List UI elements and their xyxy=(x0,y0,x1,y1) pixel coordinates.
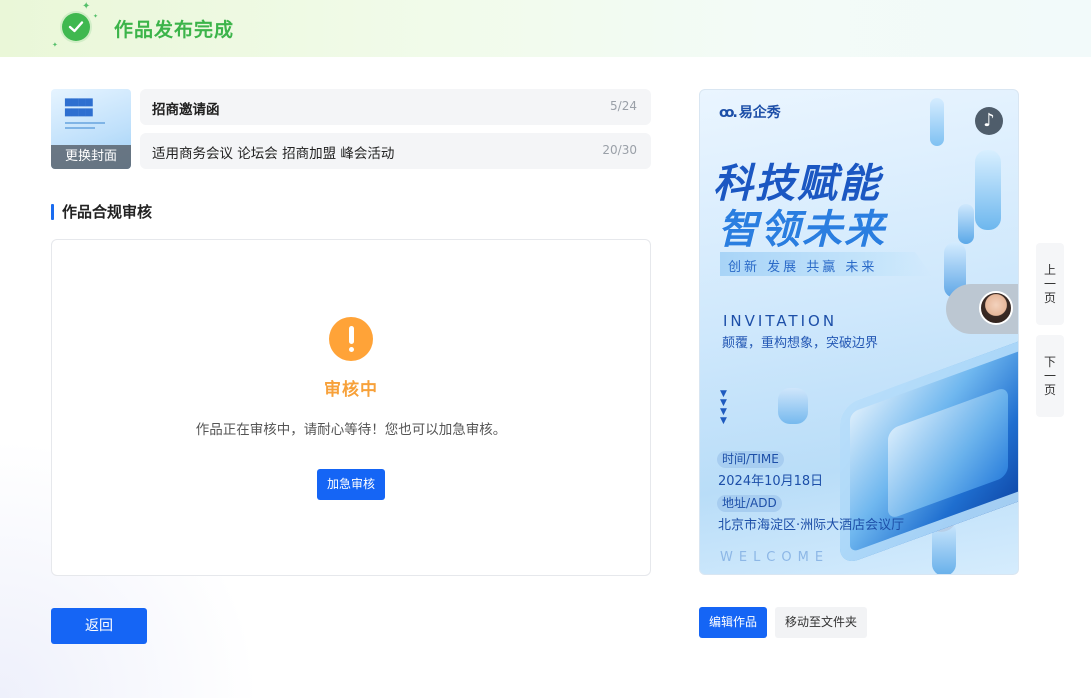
prev-page-label: 页 xyxy=(1043,291,1056,305)
prev-page-label: 上 xyxy=(1043,263,1056,277)
cover-thumbnail[interactable]: ▆▆▆▆ ▆▆▆▆ 更换封面 xyxy=(51,89,131,169)
section-title-compliance: 作品合规审核 xyxy=(51,203,152,221)
work-title-field[interactable]: 招商邀请函 5/24 xyxy=(140,89,651,125)
decor-shape xyxy=(958,204,974,244)
poster-time-label: 时间/TIME xyxy=(717,451,784,468)
prev-page-label: 一 xyxy=(1043,277,1056,291)
sparkle-icon: ✦ xyxy=(82,1,91,12)
exclamation-icon xyxy=(329,317,373,361)
poster-addr-label: 地址/ADD xyxy=(717,495,782,512)
poster-headline-2: 智领未来 xyxy=(718,207,886,253)
next-page-label: 页 xyxy=(1043,383,1056,397)
edit-work-button[interactable]: 编辑作品 xyxy=(699,607,767,638)
poster-slogan: 创新 发展 共赢 未来 xyxy=(728,260,878,275)
decor-shape xyxy=(975,150,1001,230)
check-circle-icon xyxy=(62,13,90,41)
cover-preview-line xyxy=(65,122,105,124)
music-icon[interactable]: ♪ xyxy=(975,107,1003,135)
chevron-down-icon: ▼ ▼ ▼ ▼ xyxy=(720,389,727,426)
change-cover-button[interactable]: 更换封面 xyxy=(51,145,131,169)
page-title: 作品发布完成 xyxy=(114,19,235,41)
urgent-review-button[interactable]: 加急审核 xyxy=(317,469,385,500)
success-badge: ✦ ✦ ✦ xyxy=(52,2,102,50)
poster-invitation: INVITATION xyxy=(723,312,838,330)
prev-page-button[interactable]: 上 一 页 xyxy=(1036,243,1064,325)
avatar xyxy=(979,291,1013,325)
sparkle-icon: ✦ xyxy=(52,41,58,49)
work-tags-field[interactable]: 适用商务会议 论坛会 招商加盟 峰会活动 20/30 xyxy=(140,133,651,169)
work-title-value: 招商邀请函 xyxy=(152,102,220,118)
poster-subtitle: 颠覆，重构想象，突破边界 xyxy=(722,336,879,351)
success-header: ✦ ✦ ✦ 作品发布完成 xyxy=(0,0,1091,57)
poster-welcome: WELCOME xyxy=(720,550,830,565)
poster-preview: ꝏ. 易企秀 ♪ 科技赋能 智领未来 创新 发展 共赢 未来 INVITATION… xyxy=(699,89,1019,575)
work-tags-count: 20/30 xyxy=(602,143,637,157)
review-panel: 审核中 作品正在审核中，请耐心等待！您也可以加急审核。 加急审核 xyxy=(51,239,651,576)
work-title-count: 5/24 xyxy=(610,99,637,113)
review-status: 审核中 xyxy=(324,380,378,400)
back-button[interactable]: 返回 xyxy=(51,608,147,644)
poster-logo: ꝏ. 易企秀 xyxy=(719,105,781,121)
review-description: 作品正在审核中，请耐心等待！您也可以加急审核。 xyxy=(195,422,507,438)
move-to-folder-button[interactable]: 移动至文件夹 xyxy=(775,607,867,638)
sparkle-icon: ✦ xyxy=(93,13,99,20)
poster-time-value: 2024年10月18日 xyxy=(718,474,824,489)
next-page-label: 一 xyxy=(1043,369,1056,383)
decor-shape xyxy=(930,98,944,146)
next-page-label: 下 xyxy=(1043,355,1056,369)
cover-preview-line xyxy=(65,127,95,129)
poster-addr-value: 北京市海淀区·洲际大酒店会议厅 xyxy=(718,518,905,533)
poster-headline-1: 科技赋能 xyxy=(713,161,881,207)
cover-preview-art: ▆▆▆▆ ▆▆▆▆ xyxy=(65,97,93,117)
work-tags-value: 适用商务会议 论坛会 招商加盟 峰会活动 xyxy=(152,146,395,162)
next-page-button[interactable]: 下 一 页 xyxy=(1036,335,1064,417)
decor-shape xyxy=(778,388,808,424)
